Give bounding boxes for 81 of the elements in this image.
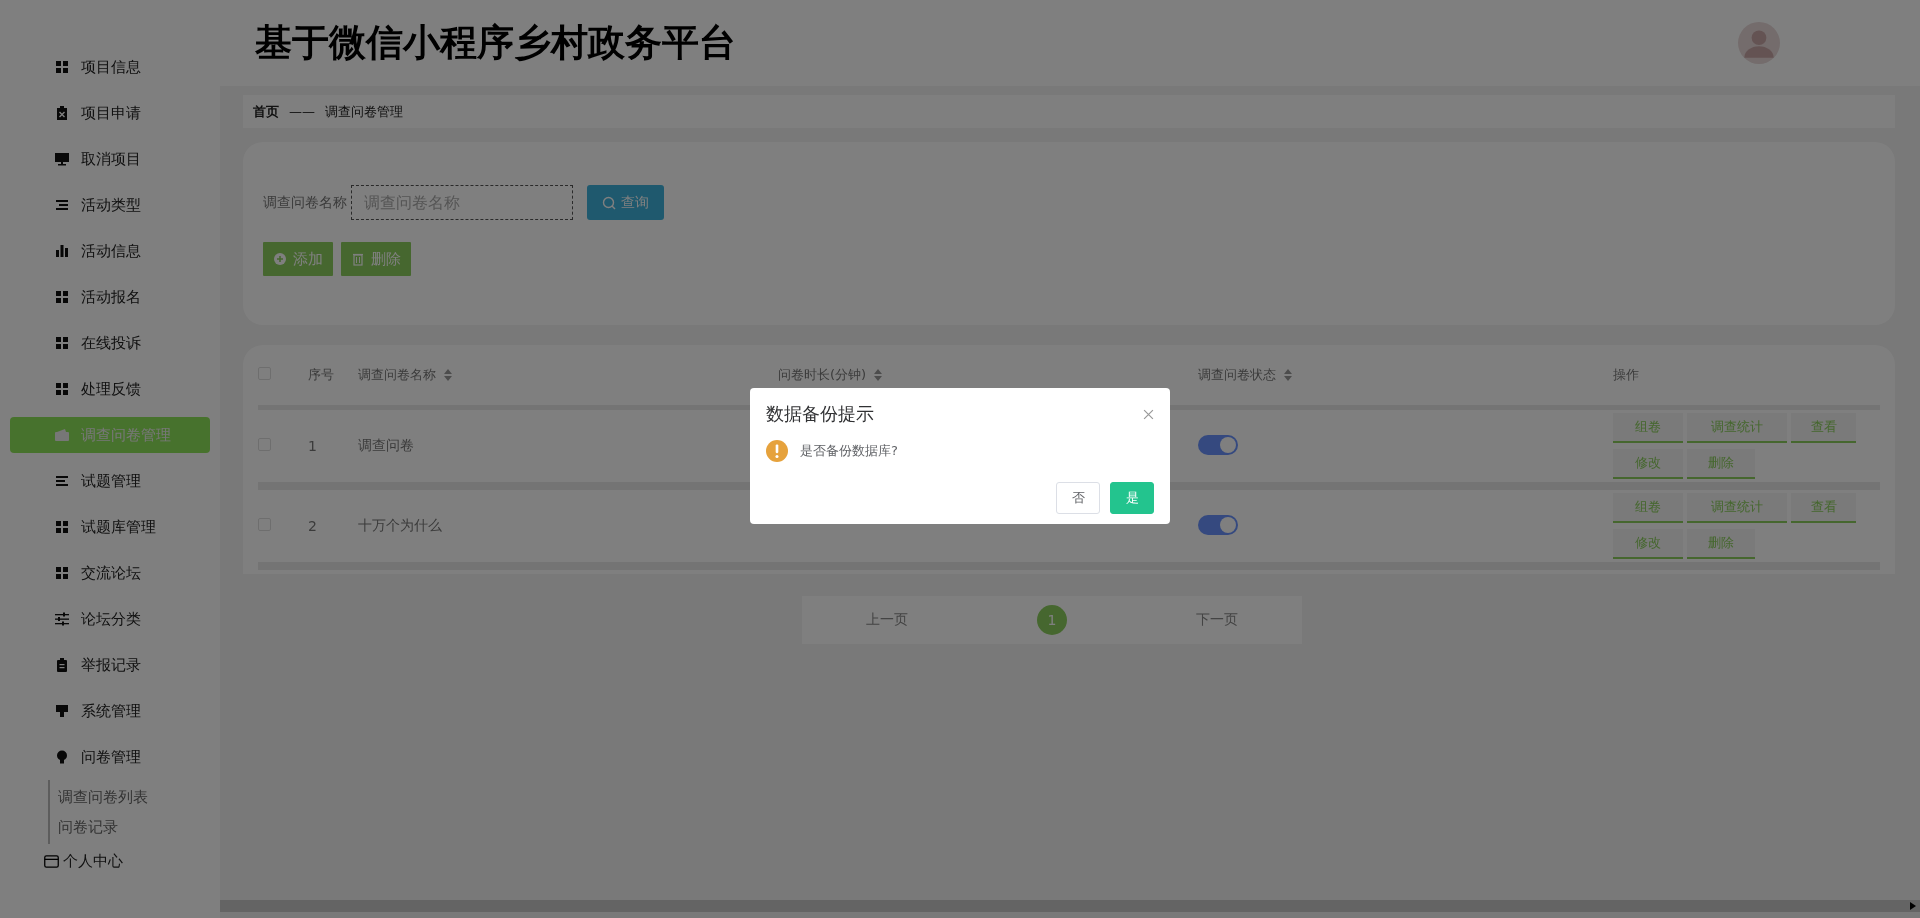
submenu-item[interactable]: 问卷记录 xyxy=(50,812,220,842)
sidebar-item[interactable]: 个人中心 xyxy=(63,852,123,871)
action-link[interactable]: 调查统计 xyxy=(1687,413,1787,443)
column-header: 序号 xyxy=(308,366,334,384)
action-link[interactable]: 组卷 xyxy=(1613,493,1683,523)
menu-icon xyxy=(55,520,69,534)
sidebar-item[interactable]: 活动报名 xyxy=(10,274,210,320)
scroll-right-icon[interactable] xyxy=(1910,902,1916,910)
cancel-button[interactable]: 否 xyxy=(1056,482,1100,514)
dialog-message: 是否备份数据库? xyxy=(800,442,898,460)
column-header[interactable]: 调查问卷名称 xyxy=(358,366,452,384)
table-cell: 调查问卷 xyxy=(358,437,414,453)
sidebar-item[interactable]: 论坛分类 xyxy=(10,596,210,642)
delete-button[interactable]: 删除 xyxy=(341,242,411,276)
add-button[interactable]: 添加 xyxy=(263,242,333,276)
menu-icon xyxy=(55,474,69,488)
sort-icon[interactable] xyxy=(874,369,883,381)
sidebar-item[interactable]: 试题库管理 xyxy=(10,504,210,550)
menu-icon xyxy=(55,60,69,74)
search-button[interactable]: 查询 xyxy=(587,185,664,220)
action-link[interactable]: 组卷 xyxy=(1613,413,1683,443)
breadcrumb-separator: —— xyxy=(289,104,315,119)
plus-circle-icon xyxy=(273,252,287,266)
action-link[interactable]: 查看 xyxy=(1791,413,1856,443)
sidebar-item[interactable]: 项目申请 xyxy=(10,90,210,136)
sidebar-item[interactable]: 处理反馈 xyxy=(10,366,210,412)
column-header: 操作 xyxy=(1613,366,1639,384)
horizontal-scrollbar[interactable] xyxy=(220,900,1920,912)
menu-icon xyxy=(55,382,69,396)
column-header[interactable]: 问卷时长(分钟) xyxy=(778,366,883,384)
menu-icon xyxy=(55,152,69,166)
table-cell: 十万个为什么 xyxy=(358,517,442,533)
action-link[interactable]: 修改 xyxy=(1613,529,1683,559)
sidebar-item[interactable]: 在线投诉 xyxy=(10,320,210,366)
menu-icon xyxy=(55,336,69,350)
menu-icon xyxy=(55,106,69,120)
page-number[interactable]: 1 xyxy=(1037,605,1067,635)
status-toggle[interactable] xyxy=(1198,514,1238,535)
field-label: 调查问卷名称 xyxy=(263,193,347,212)
dialog-title: 数据备份提示 xyxy=(766,402,874,426)
menu-icon xyxy=(55,750,69,764)
trash-icon xyxy=(351,252,365,266)
close-icon[interactable] xyxy=(1143,408,1154,420)
menu-icon xyxy=(55,612,69,626)
breadcrumb-link[interactable]: 首页 xyxy=(253,102,279,121)
breadcrumb-current: 调查问卷管理 xyxy=(325,102,403,121)
menu-icon xyxy=(55,658,69,672)
search-icon xyxy=(602,195,616,210)
column-header[interactable]: 调查问卷状态 xyxy=(1198,366,1292,384)
status-toggle[interactable] xyxy=(1198,434,1238,455)
action-link[interactable]: 修改 xyxy=(1613,449,1683,479)
sidebar-item[interactable]: 项目信息 xyxy=(10,44,210,90)
menu-icon xyxy=(55,198,69,212)
confirm-button[interactable]: 是 xyxy=(1110,482,1154,514)
menu-icon xyxy=(55,704,69,718)
card-icon xyxy=(44,855,59,868)
sidebar-item[interactable]: 问卷管理 xyxy=(10,734,210,780)
sidebar-item[interactable]: 举报记录 xyxy=(10,642,210,688)
menu-icon xyxy=(55,244,69,258)
submenu-item[interactable]: 调查问卷列表 xyxy=(50,782,220,812)
menu-icon xyxy=(55,566,69,580)
action-link[interactable]: 删除 xyxy=(1687,449,1755,479)
sidebar-item[interactable]: 系统管理 xyxy=(10,688,210,734)
action-link[interactable]: 删除 xyxy=(1687,529,1755,559)
sort-icon[interactable] xyxy=(1284,369,1292,381)
warning-icon xyxy=(766,440,788,462)
avatar[interactable] xyxy=(1738,22,1780,64)
action-link[interactable]: 调查统计 xyxy=(1687,493,1787,523)
sort-icon[interactable] xyxy=(444,369,452,381)
menu-icon xyxy=(55,290,69,304)
table-cell: 2 xyxy=(308,518,317,534)
menu-icon xyxy=(55,428,69,442)
action-link[interactable]: 查看 xyxy=(1791,493,1856,523)
sidebar-item[interactable]: 交流论坛 xyxy=(10,550,210,596)
sidebar-item[interactable]: 活动类型 xyxy=(10,182,210,228)
sidebar-item[interactable]: 活动信息 xyxy=(10,228,210,274)
next-page-link[interactable]: 下一页 xyxy=(1195,611,1238,629)
page-title: 基于微信小程序乡村政务平台 xyxy=(255,20,736,66)
sidebar-item[interactable]: 取消项目 xyxy=(10,136,210,182)
table-cell: 1 xyxy=(308,438,317,454)
sidebar-item[interactable]: 试题管理 xyxy=(10,458,210,504)
